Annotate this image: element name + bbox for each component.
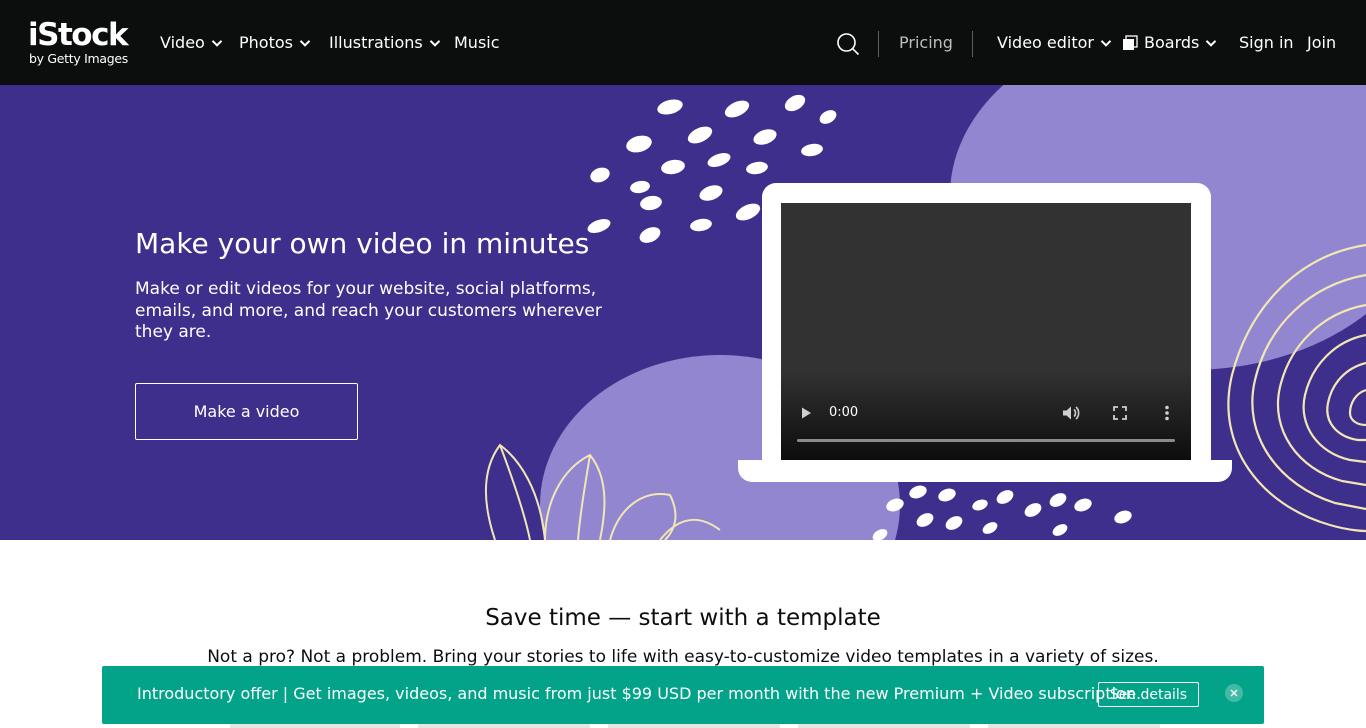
volume-icon[interactable] <box>1061 404 1081 422</box>
sign-in-link[interactable]: Sign in <box>1239 32 1294 54</box>
templates-title: Save time — start with a template <box>485 605 881 631</box>
hero-description: Make or edit videos for your website, so… <box>135 279 602 342</box>
nav-illustrations-label: Illustrations <box>329 33 423 52</box>
chevron-down-icon <box>1100 37 1112 49</box>
nav-video-label: Video <box>160 33 205 52</box>
video-progress-bar[interactable] <box>797 439 1175 442</box>
chevron-down-icon <box>299 37 311 49</box>
join-link[interactable]: Join <box>1307 32 1336 54</box>
nav-video-editor[interactable]: Video editor <box>997 32 1112 54</box>
boards-icon <box>1122 35 1138 51</box>
fullscreen-icon[interactable] <box>1111 404 1129 422</box>
make-a-video-button[interactable]: Make a video <box>135 383 358 440</box>
video-player[interactable]: 0:00 <box>781 203 1191 460</box>
nav-illustrations[interactable]: Illustrations <box>329 32 441 54</box>
nav-photos-label: Photos <box>239 33 293 52</box>
top-navigation-bar: iStock by Getty Images Video Photos Illu… <box>0 0 1366 85</box>
header-divider <box>878 31 879 57</box>
search-icon[interactable] <box>836 32 860 56</box>
more-options-icon[interactable] <box>1161 404 1173 422</box>
hero-section: Make your own video in minutes Make or e… <box>0 85 1366 540</box>
promo-banner-text: Introductory offer | Get images, videos,… <box>137 684 1142 703</box>
template-thumbnail[interactable] <box>798 724 970 728</box>
promo-banner: Introductory offer | Get images, videos,… <box>102 666 1264 724</box>
chevron-down-icon <box>429 37 441 49</box>
header-divider <box>972 31 973 57</box>
chevron-down-icon <box>1205 37 1217 49</box>
logo-wordmark: iStock <box>28 17 129 53</box>
hero-title: Make your own video in minutes <box>135 227 590 260</box>
nav-pricing[interactable]: Pricing <box>899 32 953 54</box>
video-time: 0:00 <box>829 405 859 420</box>
template-thumbnail[interactable] <box>230 724 400 728</box>
istock-logo[interactable]: iStock by Getty Images <box>28 18 138 68</box>
laptop-base <box>738 460 1232 482</box>
chevron-down-icon <box>211 37 223 49</box>
template-thumbnail[interactable] <box>608 724 780 728</box>
see-details-button[interactable]: See details <box>1098 682 1199 707</box>
logo-tagline: by Getty Images <box>29 51 129 66</box>
nav-music-label: Music <box>454 33 500 52</box>
nav-photos[interactable]: Photos <box>239 32 311 54</box>
nav-music[interactable]: Music <box>454 32 500 54</box>
template-thumbnail[interactable] <box>988 724 1160 728</box>
nav-boards-label: Boards <box>1144 33 1200 52</box>
nav-video[interactable]: Video <box>160 32 223 54</box>
templates-description: Not a pro? Not a problem. Bring your sto… <box>207 647 1159 667</box>
nav-boards[interactable]: Boards <box>1122 32 1217 54</box>
nav-video-editor-label: Video editor <box>997 33 1094 52</box>
template-thumbnail[interactable] <box>418 724 590 728</box>
play-icon[interactable] <box>797 404 815 422</box>
close-icon[interactable] <box>1225 684 1243 702</box>
